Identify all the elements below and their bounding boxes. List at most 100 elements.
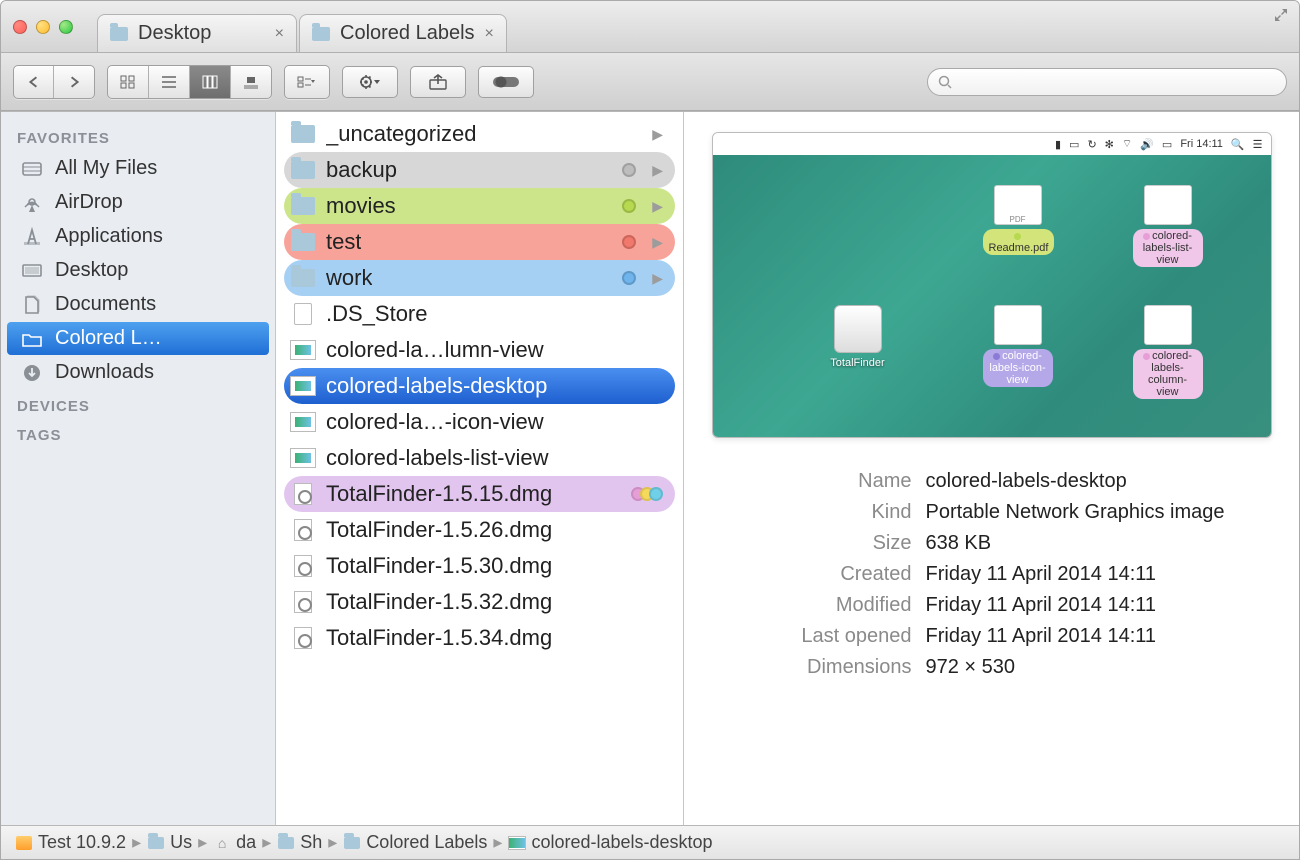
sidebar-item-label: AirDrop — [55, 191, 123, 214]
file-row-label: work — [326, 265, 372, 291]
tag-dots — [636, 487, 663, 501]
applications-icon — [21, 227, 43, 247]
icon-label: Readme.pdf — [983, 229, 1055, 255]
arrange-button[interactable] — [285, 66, 329, 98]
list-view-button[interactable] — [149, 66, 190, 98]
tag-dot — [622, 235, 636, 249]
sidebar-item-downloads[interactable]: Downloads — [7, 356, 269, 389]
wifi-icon: ⌔ — [1122, 137, 1132, 151]
search-field[interactable] — [927, 68, 1287, 96]
file-row[interactable]: TotalFinder-1.5.26.dmg — [284, 512, 675, 548]
path-segment[interactable]: ⌂da — [213, 832, 256, 853]
window-body: FAVORITES All My FilesAirDropApplication… — [1, 111, 1299, 825]
path-segment-label: colored-labels-desktop — [531, 832, 712, 853]
sidebar-item-airdrop[interactable]: AirDrop — [7, 186, 269, 219]
folder-icon — [277, 836, 295, 850]
bluetooth-icon: ✻ — [1105, 138, 1114, 151]
file-row[interactable]: test▶ — [284, 224, 675, 260]
quicklook-toggle-button[interactable] — [478, 66, 534, 98]
airplay-icon: ▭ — [1069, 138, 1079, 151]
file-row-label: TotalFinder-1.5.30.dmg — [326, 553, 552, 579]
chevron-right-icon: ▸ — [198, 832, 207, 853]
chevron-right-icon: ▶ — [652, 270, 663, 287]
path-segment[interactable]: colored-labels-desktop — [508, 832, 712, 853]
file-row-label: backup — [326, 157, 397, 183]
desktop-icon: colored-labels-column-view — [1133, 305, 1203, 399]
file-row[interactable]: TotalFinder-1.5.32.dmg — [284, 584, 675, 620]
file-row[interactable]: TotalFinder-1.5.34.dmg — [284, 620, 675, 656]
sidebar-item-desktop[interactable]: Desktop — [7, 254, 269, 287]
image-icon — [290, 340, 316, 360]
dmg-icon — [294, 627, 312, 649]
toolbar — [1, 53, 1299, 111]
action-button[interactable] — [342, 66, 398, 98]
file-row[interactable]: colored-labels-list-view — [284, 440, 675, 476]
path-segment[interactable]: Us — [147, 832, 192, 853]
column-view-button[interactable] — [190, 66, 231, 98]
minimize-window-button[interactable] — [36, 20, 50, 34]
meta-key: Dimensions — [712, 656, 912, 679]
sidebar-item-label: Desktop — [55, 259, 128, 282]
file-row[interactable]: colored-la…lumn-view — [284, 332, 675, 368]
battery-icon: ▭ — [1162, 138, 1172, 151]
chevron-right-icon: ▸ — [262, 832, 271, 853]
finder-window: Desktop × Colored Labels × — [0, 0, 1300, 860]
file-row[interactable]: TotalFinder-1.5.15.dmg — [284, 476, 675, 512]
meta-key: Created — [712, 563, 912, 586]
sidebar-item-documents[interactable]: Documents — [7, 288, 269, 321]
meta-row-dimensions: Dimensions 972 × 530 — [712, 652, 1272, 683]
downloads-icon — [21, 363, 43, 383]
close-tab-icon[interactable]: × — [485, 25, 494, 43]
close-window-button[interactable] — [13, 20, 27, 34]
path-segment[interactable]: Sh — [277, 832, 322, 853]
meta-key: Name — [712, 470, 912, 493]
path-segment[interactable]: Colored Labels — [343, 832, 487, 853]
sidebar-item-all-my-files[interactable]: All My Files — [7, 152, 269, 185]
sidebar-item-folder[interactable]: Colored L… — [7, 322, 269, 355]
zoom-window-button[interactable] — [59, 20, 73, 34]
fullscreen-icon[interactable] — [1273, 7, 1289, 23]
window-tab-desktop[interactable]: Desktop × — [97, 14, 297, 52]
window-tab-colored-labels[interactable]: Colored Labels × — [299, 14, 507, 52]
file-row[interactable]: TotalFinder-1.5.30.dmg — [284, 548, 675, 584]
preview-desktop: PDFReadme.pdfcolored-labels-list-viewTot… — [713, 155, 1271, 437]
home-icon: ⌂ — [213, 836, 231, 850]
file-row-label: TotalFinder-1.5.15.dmg — [326, 481, 552, 507]
preview-metadata: Namecolored-labels-desktopKindPortable N… — [712, 466, 1272, 683]
nav-buttons — [13, 65, 95, 99]
meta-value: Portable Network Graphics image — [926, 501, 1225, 524]
coverflow-view-button[interactable] — [231, 66, 271, 98]
search-input[interactable] — [958, 74, 1276, 90]
meta-value: Friday 11 April 2014 14:11 — [926, 563, 1157, 586]
file-row[interactable]: colored-labels-desktop — [284, 368, 675, 404]
back-button[interactable] — [14, 66, 54, 98]
desktop-icon: colored-labels-icon-view — [983, 305, 1053, 387]
desktop-icon: PDFReadme.pdf — [983, 185, 1053, 255]
icon-view-button[interactable] — [108, 66, 149, 98]
column-list[interactable]: _uncategorized▶backup▶movies▶test▶ work ▶.… — [276, 112, 684, 825]
file-row[interactable]: work ▶ — [284, 260, 675, 296]
meta-value: 972 × 530 — [926, 656, 1016, 679]
sidebar-item-label: Downloads — [55, 361, 154, 384]
search-icon — [938, 75, 952, 89]
file-row[interactable]: _uncategorized▶ — [284, 116, 675, 152]
share-button[interactable] — [410, 66, 466, 98]
sidebar-item-applications[interactable]: Applications — [7, 220, 269, 253]
file-row[interactable]: movies▶ — [284, 188, 675, 224]
airdrop-icon — [21, 193, 43, 213]
meta-key: Last opened — [712, 625, 912, 648]
path-segment[interactable]: Test 10.9.2 — [15, 832, 126, 853]
titlebar: Desktop × Colored Labels × — [1, 1, 1299, 53]
traffic-lights — [9, 20, 79, 34]
close-tab-icon[interactable]: × — [275, 25, 284, 43]
desktop-icon — [21, 261, 43, 281]
file-icon — [294, 303, 312, 325]
file-row[interactable]: .DS_Store — [284, 296, 675, 332]
forward-button[interactable] — [54, 66, 94, 98]
disk-icon — [15, 836, 33, 850]
path-bar[interactable]: Test 10.9.2▸Us▸⌂da▸Sh▸Colored Labels▸col… — [1, 825, 1299, 859]
dmg-icon — [294, 519, 312, 541]
file-row[interactable]: colored-la…-icon-view — [284, 404, 675, 440]
file-row[interactable]: backup▶ — [284, 152, 675, 188]
tab-label: Desktop — [138, 22, 211, 45]
